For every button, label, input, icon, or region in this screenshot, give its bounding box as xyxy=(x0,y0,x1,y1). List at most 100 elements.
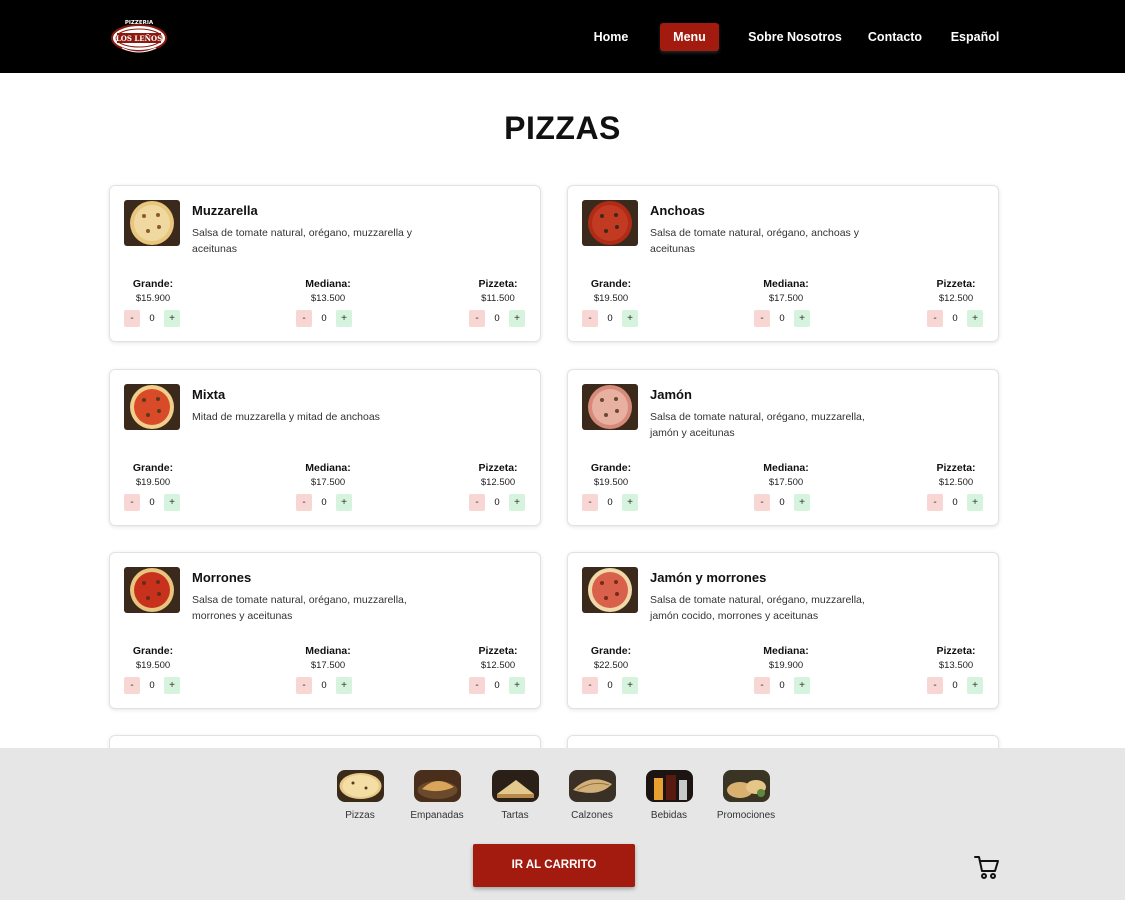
nav-sobre-nosotros[interactable]: Sobre Nosotros xyxy=(747,23,843,51)
increase-button[interactable]: + xyxy=(794,677,810,694)
pizza-image xyxy=(582,200,638,246)
size-label: Grande: xyxy=(132,645,174,657)
size-label: Pizzeta: xyxy=(936,278,976,290)
size-label: Mediana: xyxy=(305,645,351,657)
increase-button[interactable]: + xyxy=(509,310,525,327)
product-description: Salsa de tomate natural, orégano, muzzar… xyxy=(650,411,865,439)
quantity-stepper: -0 + xyxy=(754,310,814,327)
quantity-value: 0 xyxy=(779,497,785,508)
tartas-thumbnail xyxy=(491,770,539,802)
decrease-button[interactable]: - xyxy=(296,310,312,327)
size-price-block: Grande: $19.500 xyxy=(113,462,193,488)
decrease-button[interactable]: - xyxy=(124,677,140,694)
increase-button[interactable]: + xyxy=(509,494,525,511)
product-description: Salsa de tomate natural, orégano, muzzar… xyxy=(192,227,413,255)
size-label: Grande: xyxy=(590,645,632,657)
category-label: Promociones xyxy=(716,810,776,821)
size-price-block: Pizzeta: $12.500 xyxy=(916,462,996,488)
decrease-button[interactable]: - xyxy=(296,494,312,511)
pizza-image xyxy=(124,567,180,613)
increase-button[interactable]: + xyxy=(164,494,180,511)
nav-menu[interactable]: Menu xyxy=(660,23,719,51)
go-to-cart-button[interactable]: IR AL CARRITO xyxy=(473,844,635,887)
decrease-button[interactable]: - xyxy=(927,310,943,327)
size-label: Pizzeta: xyxy=(478,645,518,657)
decrease-button[interactable]: - xyxy=(582,494,598,511)
increase-button[interactable]: + xyxy=(509,677,525,694)
quantity-value: 0 xyxy=(607,497,613,508)
shopping-cart-icon[interactable] xyxy=(974,854,1000,880)
size-label: Grande: xyxy=(132,462,174,474)
category-promociones[interactable]: Promociones xyxy=(711,770,781,821)
quantity-stepper: -0 + xyxy=(927,677,987,694)
svg-text:PIZZERIA: PIZZERIA xyxy=(125,20,154,26)
size-price: $17.500 xyxy=(768,477,804,488)
increase-button[interactable]: + xyxy=(164,310,180,327)
quantity-value: 0 xyxy=(952,680,958,691)
category-tartas[interactable]: Tartas xyxy=(480,770,550,821)
decrease-button[interactable]: - xyxy=(124,310,140,327)
category-empanadas[interactable]: Empanadas xyxy=(402,770,472,821)
increase-button[interactable]: + xyxy=(794,494,810,511)
quantity-stepper: -0 + xyxy=(754,494,814,511)
increase-button[interactable]: + xyxy=(622,677,638,694)
size-price-block: Mediana: $17.500 xyxy=(746,278,826,304)
pizzeria-logo[interactable]: LOS LEÑOS PIZZERIA xyxy=(108,14,170,58)
size-price-block: Mediana: $17.500 xyxy=(288,462,368,488)
increase-button[interactable]: + xyxy=(622,494,638,511)
increase-button[interactable]: + xyxy=(336,677,352,694)
nav-contacto[interactable]: Contacto xyxy=(864,23,926,51)
size-price: $19.500 xyxy=(135,477,171,488)
size-price-block: Grande: $19.500 xyxy=(571,462,651,488)
category-pizzas[interactable]: Pizzas xyxy=(325,770,395,821)
decrease-button[interactable]: - xyxy=(469,677,485,694)
decrease-button[interactable]: - xyxy=(754,310,770,327)
size-price-block: Pizzeta: $11.500 xyxy=(458,278,538,304)
quantity-value: 0 xyxy=(149,313,155,324)
increase-button[interactable]: + xyxy=(967,310,983,327)
decrease-button[interactable]: - xyxy=(927,494,943,511)
product-card: Jamón y morrones Salsa de tomate natural,… xyxy=(567,552,999,709)
size-price-block: Grande: $15.900 xyxy=(113,278,193,304)
size-price: $19.900 xyxy=(768,660,804,671)
product-description: Salsa de tomate natural, orégano, muzzar… xyxy=(650,594,865,622)
quantity-stepper: -0 + xyxy=(469,310,529,327)
quantity-value: 0 xyxy=(149,497,155,508)
nav-language[interactable]: Español xyxy=(948,23,1002,51)
category-bebidas[interactable]: Bebidas xyxy=(634,770,704,821)
decrease-button[interactable]: - xyxy=(582,677,598,694)
category-label: Calzones xyxy=(571,810,613,821)
pizzas-thumbnail xyxy=(336,770,384,802)
category-calzones[interactable]: Calzones xyxy=(557,770,627,821)
quantity-value: 0 xyxy=(779,313,785,324)
nav-home[interactable]: Home xyxy=(589,23,633,51)
decrease-button[interactable]: - xyxy=(927,677,943,694)
quantity-stepper: -0 + xyxy=(582,677,642,694)
quantity-stepper: -0 + xyxy=(296,494,356,511)
quantity-value: 0 xyxy=(321,680,327,691)
quantity-value: 0 xyxy=(494,313,500,324)
decrease-button[interactable]: - xyxy=(754,677,770,694)
quantity-stepper: -0 + xyxy=(296,677,356,694)
increase-button[interactable]: + xyxy=(794,310,810,327)
decrease-button[interactable]: - xyxy=(296,677,312,694)
size-price: $19.500 xyxy=(135,660,171,671)
increase-button[interactable]: + xyxy=(336,310,352,327)
increase-button[interactable]: + xyxy=(967,494,983,511)
page-title: PIZZAS xyxy=(504,110,621,146)
empanadas-thumbnail xyxy=(413,770,461,802)
increase-button[interactable]: + xyxy=(967,677,983,694)
size-label: Pizzeta: xyxy=(936,462,976,474)
product-name: Morrones xyxy=(192,570,252,585)
quantity-stepper: -0 + xyxy=(469,494,529,511)
decrease-button[interactable]: - xyxy=(469,310,485,327)
decrease-button[interactable]: - xyxy=(754,494,770,511)
decrease-button[interactable]: - xyxy=(469,494,485,511)
decrease-button[interactable]: - xyxy=(124,494,140,511)
increase-button[interactable]: + xyxy=(164,677,180,694)
decrease-button[interactable]: - xyxy=(582,310,598,327)
increase-button[interactable]: + xyxy=(622,310,638,327)
quantity-stepper: -0 + xyxy=(582,494,642,511)
category-label: Tartas xyxy=(501,810,529,821)
increase-button[interactable]: + xyxy=(336,494,352,511)
